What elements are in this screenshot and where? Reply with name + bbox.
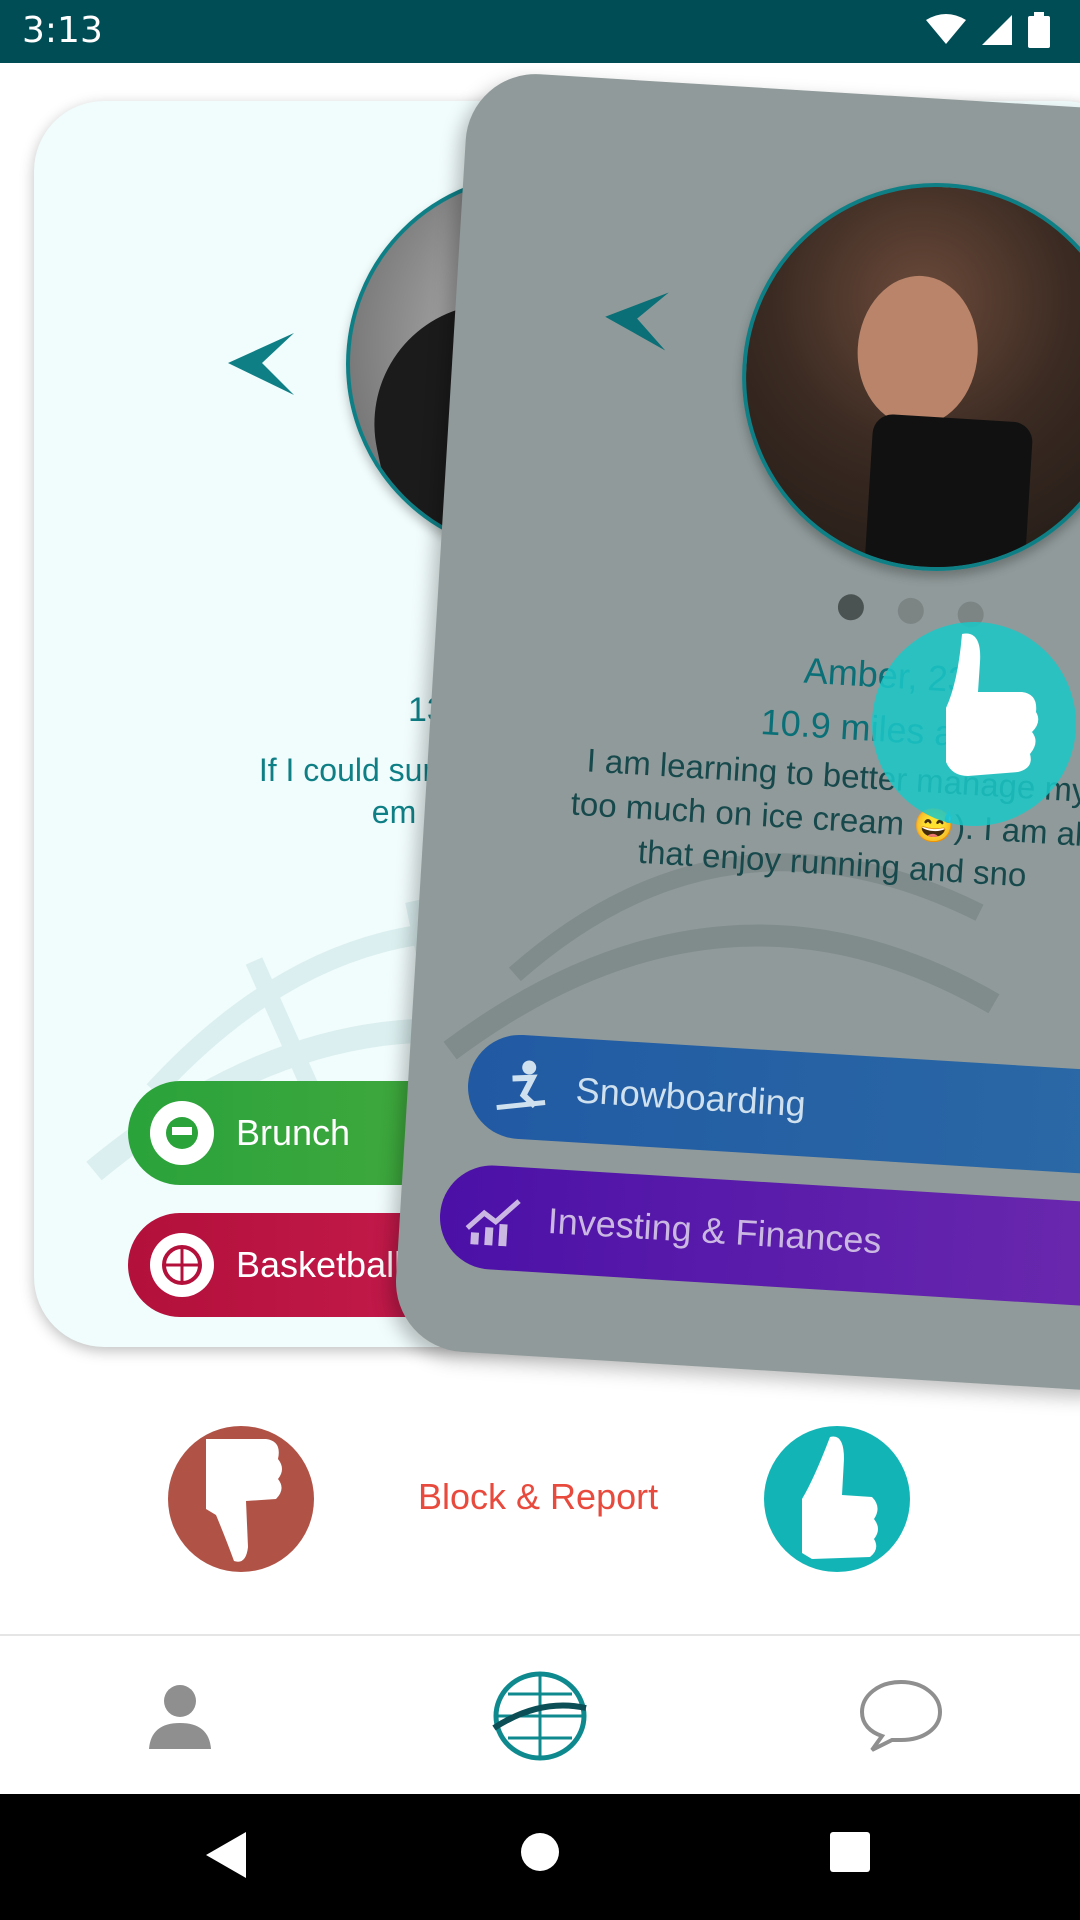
- interest-label: Snowboarding: [574, 1069, 807, 1125]
- chevron-left-icon[interactable]: [228, 333, 294, 395]
- nav-profile[interactable]: [130, 1666, 230, 1766]
- basketball-icon: [150, 1233, 214, 1297]
- pager-dot[interactable]: [837, 593, 865, 622]
- interest-label: Brunch: [236, 1112, 351, 1153]
- snowboarder-icon: [488, 1053, 556, 1121]
- recents-icon[interactable]: [830, 1832, 870, 1872]
- like-button[interactable]: [764, 1426, 910, 1572]
- person-icon: [149, 1685, 211, 1749]
- bottom-navigation: [0, 1634, 1080, 1796]
- thumbs-up-icon: [802, 1436, 878, 1559]
- lets-go-globe-logo: [492, 1671, 587, 1761]
- block-report-button[interactable]: Block & Report: [418, 1476, 658, 1518]
- signal-icon: [982, 15, 1012, 45]
- status-bar: 3:13: [0, 0, 1080, 63]
- chat-bubble-icon: [859, 1679, 943, 1752]
- system-navigation-bar: [0, 1794, 1080, 1920]
- home-icon[interactable]: [520, 1832, 560, 1872]
- profile-photo: [730, 171, 1080, 583]
- brunch-icon: [150, 1101, 214, 1165]
- nav-chat[interactable]: [856, 1666, 946, 1766]
- like-swipe-indicator: [872, 622, 1076, 826]
- thumbs-down-icon: [206, 1439, 282, 1562]
- interest-chip-investing: Investing & Finances: [436, 1162, 1080, 1312]
- status-time: 3:13: [22, 10, 103, 51]
- nav-home[interactable]: [488, 1666, 592, 1766]
- dislike-button[interactable]: [168, 1426, 314, 1572]
- pager-dot[interactable]: [897, 597, 925, 625]
- wifi-icon: [926, 14, 966, 44]
- battery-icon: [1028, 12, 1050, 48]
- chevron-left-icon[interactable]: [603, 289, 669, 351]
- interest-label: Investing & Finances: [546, 1199, 883, 1262]
- thumbs-up-icon: [946, 633, 1039, 776]
- interest-label: Basketball: [236, 1244, 403, 1285]
- back-icon[interactable]: [206, 1832, 246, 1878]
- chart-growth-icon: [460, 1184, 528, 1252]
